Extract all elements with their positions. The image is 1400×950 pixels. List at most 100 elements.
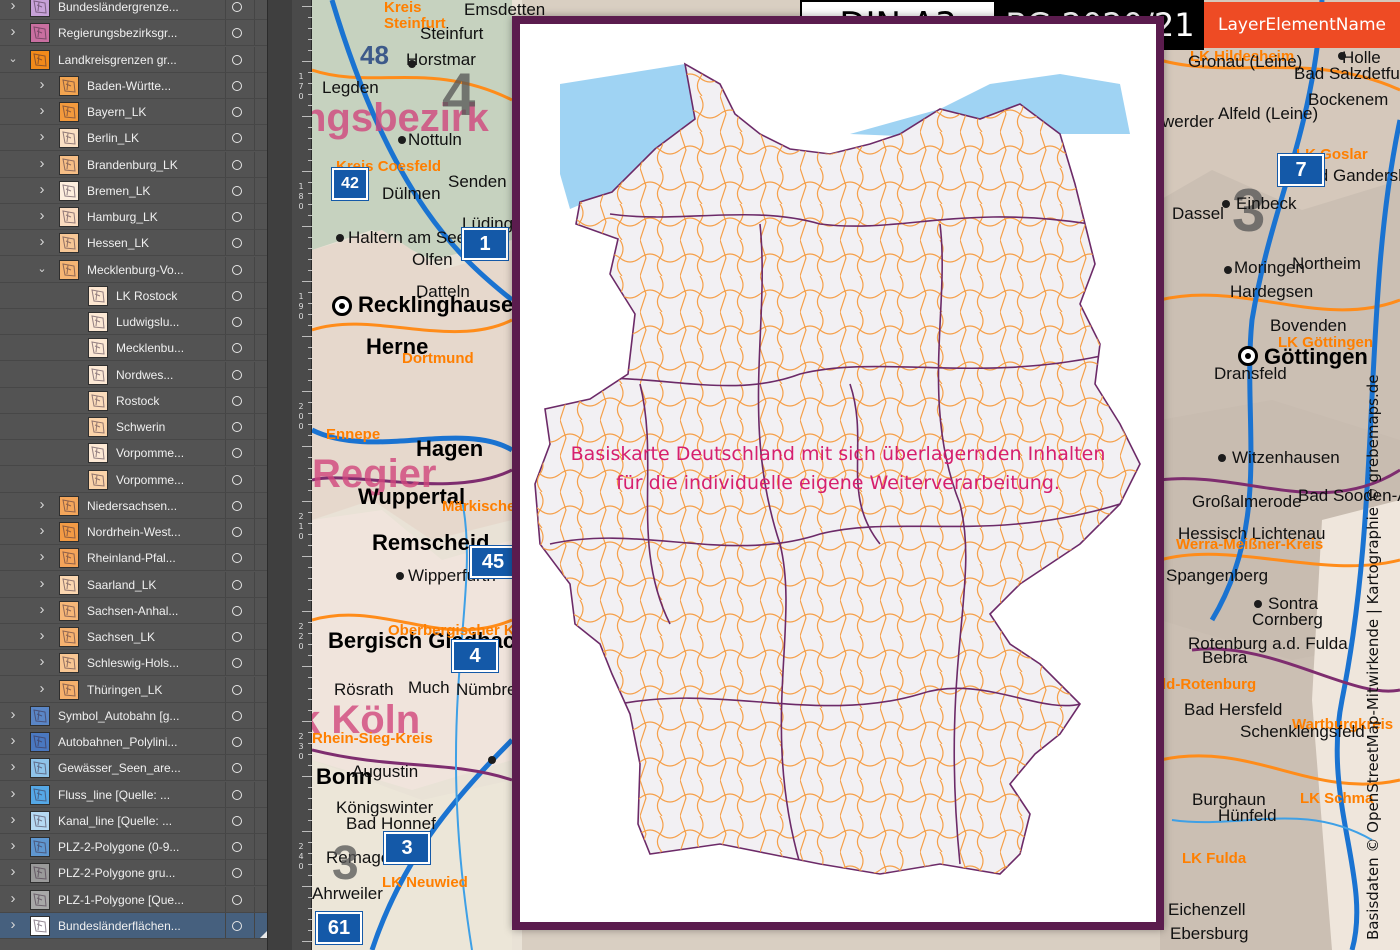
- target-circle-icon[interactable]: [232, 684, 242, 695]
- chevron-right-icon[interactable]: ›: [35, 103, 49, 118]
- target-circle-icon[interactable]: [232, 107, 242, 117]
- target-circle-icon[interactable]: [232, 842, 242, 852]
- layer-row[interactable]: › Schleswig-Hols...: [0, 650, 267, 677]
- chevron-right-icon[interactable]: ›: [35, 576, 49, 591]
- chevron-right-icon[interactable]: ›: [6, 786, 20, 801]
- target-circle-icon[interactable]: [232, 395, 242, 406]
- chevron-right-icon[interactable]: ›: [6, 891, 20, 906]
- chevron-right-icon[interactable]: ›: [35, 497, 49, 512]
- chevron-right-icon[interactable]: ›: [6, 707, 20, 722]
- target-circle-icon[interactable]: [232, 789, 242, 800]
- layer-row[interactable]: Schwerin: [0, 414, 267, 440]
- chevron-right-icon[interactable]: ›: [35, 602, 49, 617]
- layer-row[interactable]: › Berlin_LK: [0, 125, 267, 152]
- chevron-right-icon[interactable]: ›: [35, 681, 49, 696]
- target-circle-icon[interactable]: [232, 2, 242, 12]
- chevron-down-icon[interactable]: ⌄: [6, 52, 20, 66]
- chevron-right-icon[interactable]: ›: [35, 549, 49, 564]
- layer-row[interactable]: › Niedersachsen...: [0, 492, 267, 519]
- target-circle-icon[interactable]: [232, 553, 242, 564]
- layer-row[interactable]: › Rheinland-Pfal...: [0, 545, 267, 572]
- target-circle-icon[interactable]: [232, 317, 242, 327]
- chevron-right-icon[interactable]: ›: [35, 654, 49, 669]
- target-circle-icon[interactable]: [232, 474, 242, 485]
- chevron-right-icon[interactable]: ›: [35, 182, 49, 197]
- layer-row[interactable]: ⌄ Landkreisgrenzen gr...: [0, 46, 267, 73]
- chevron-down-icon[interactable]: ⌄: [35, 262, 49, 276]
- target-circle-icon[interactable]: [232, 710, 242, 721]
- target-circle-icon[interactable]: [232, 212, 242, 222]
- target-circle-icon[interactable]: [232, 28, 242, 39]
- layer-row[interactable]: › Symbol_Autobahn [g...: [0, 702, 267, 729]
- target-circle-icon[interactable]: [232, 448, 242, 459]
- vertical-ruler[interactable]: 1 7 0 1 8 0 1 9 0 2 0 0 2 1 0 2 2 0 2 3 0 2 4 0: [292, 0, 312, 950]
- target-circle-icon[interactable]: [232, 264, 242, 275]
- target-circle-icon[interactable]: [232, 500, 242, 511]
- layer-row[interactable]: Mecklenbu...: [0, 335, 267, 362]
- chevron-right-icon[interactable]: ›: [35, 77, 49, 92]
- layer-row[interactable]: Ludwigslu...: [0, 309, 267, 335]
- chevron-right-icon[interactable]: ›: [6, 917, 20, 932]
- layer-row[interactable]: › Autobahnen_Polylini...: [0, 729, 267, 755]
- chevron-right-icon[interactable]: ›: [35, 156, 49, 171]
- chevron-right-icon[interactable]: ›: [6, 864, 20, 879]
- artboard-canvas[interactable]: Kreis Steinfurt Steinfurt Emsdetten 48 H…: [312, 0, 1400, 950]
- chevron-right-icon[interactable]: ›: [6, 759, 20, 774]
- target-circle-icon[interactable]: [232, 658, 242, 669]
- chevron-right-icon[interactable]: ›: [35, 129, 49, 144]
- chevron-right-icon[interactable]: ›: [6, 812, 20, 827]
- target-circle-icon[interactable]: [232, 290, 242, 301]
- layer-row[interactable]: Vorpomme...: [0, 466, 267, 493]
- target-circle-icon[interactable]: [232, 868, 242, 879]
- chevron-right-icon[interactable]: ›: [35, 234, 49, 249]
- target-circle-icon[interactable]: [232, 185, 242, 196]
- chevron-right-icon[interactable]: ›: [6, 838, 20, 853]
- layer-row[interactable]: › Hamburg_LK: [0, 204, 267, 230]
- target-circle-icon[interactable]: [232, 894, 242, 905]
- target-circle-icon[interactable]: [232, 579, 242, 590]
- target-circle-icon[interactable]: [232, 133, 242, 144]
- layer-row[interactable]: › Sachsen-Anhal...: [0, 597, 267, 624]
- layer-row[interactable]: Nordwes...: [0, 361, 267, 388]
- target-circle-icon[interactable]: [232, 369, 242, 380]
- layer-row[interactable]: › Baden-Württe...: [0, 72, 267, 99]
- chevron-right-icon[interactable]: ›: [35, 208, 49, 223]
- chevron-right-icon[interactable]: ›: [35, 628, 49, 643]
- target-circle-icon[interactable]: [232, 920, 242, 931]
- target-circle-icon[interactable]: [232, 422, 242, 432]
- target-circle-icon[interactable]: [232, 238, 242, 249]
- layer-row[interactable]: › Saarland_LK: [0, 571, 267, 598]
- layer-row[interactable]: › Gewässer_Seen_are...: [0, 755, 267, 782]
- layer-row[interactable]: › Bundesländerflächen...: [0, 912, 267, 939]
- layer-row[interactable]: › Thüringen_LK: [0, 676, 267, 703]
- chevron-right-icon[interactable]: ›: [35, 523, 49, 538]
- target-circle-icon[interactable]: [232, 527, 242, 537]
- target-circle-icon[interactable]: [232, 737, 242, 747]
- chevron-right-icon[interactable]: ›: [6, 733, 20, 748]
- layer-row[interactable]: › Brandenburg_LK: [0, 151, 267, 178]
- layer-row[interactable]: › Bayern_LK: [0, 99, 267, 125]
- layer-row[interactable]: › Bremen_LK: [0, 177, 267, 204]
- layer-row[interactable]: › Hessen_LK: [0, 230, 267, 257]
- layer-row[interactable]: Vorpomme...: [0, 440, 267, 467]
- layer-row[interactable]: › Nordrhein-West...: [0, 519, 267, 545]
- layer-row[interactable]: › Fluss_line [Quelle: ...: [0, 781, 267, 808]
- layer-row[interactable]: Rostock: [0, 387, 267, 414]
- target-circle-icon[interactable]: [232, 54, 242, 65]
- target-circle-icon[interactable]: [232, 80, 242, 91]
- layer-row[interactable]: › Bundesländergrenze...: [0, 0, 267, 20]
- layer-row[interactable]: LK Rostock: [0, 282, 267, 309]
- target-circle-icon[interactable]: [232, 815, 242, 826]
- layer-row[interactable]: › PLZ-1-Polygone [Que...: [0, 886, 267, 913]
- chevron-right-icon[interactable]: ›: [6, 0, 20, 13]
- target-circle-icon[interactable]: [232, 763, 242, 774]
- target-circle-icon[interactable]: [232, 632, 242, 642]
- layer-row[interactable]: › PLZ-2-Polygone gru...: [0, 860, 267, 887]
- layer-row[interactable]: ⌄ Mecklenburg-Vo...: [0, 256, 267, 283]
- target-circle-icon[interactable]: [232, 605, 242, 616]
- target-circle-icon[interactable]: [232, 343, 242, 354]
- layer-row[interactable]: › Regierungsbezirksgr...: [0, 20, 267, 47]
- layer-row[interactable]: › Kanal_line [Quelle: ...: [0, 807, 267, 834]
- chevron-right-icon[interactable]: ›: [6, 24, 20, 39]
- target-circle-icon[interactable]: [232, 159, 242, 170]
